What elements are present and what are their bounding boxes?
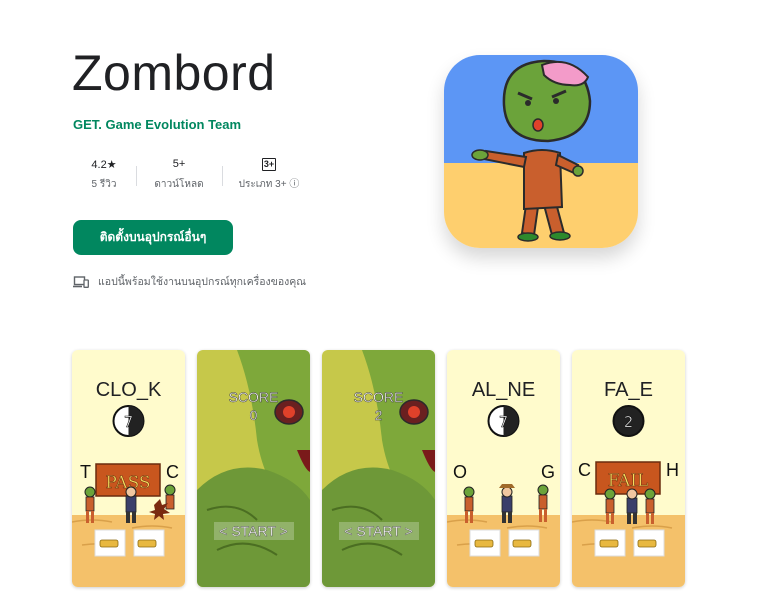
score-value: 2	[375, 407, 383, 423]
score-label: SCORE	[229, 389, 279, 405]
screenshot-4[interactable]: AL_NE 7 O G	[447, 350, 560, 587]
right-letter: C	[166, 462, 179, 482]
right-letter: G	[541, 462, 555, 482]
word-prompt: CLO_K	[96, 379, 162, 401]
timer-value: 7	[499, 413, 509, 431]
stat-rating[interactable]: 4.2★ 5 รีวิว	[72, 158, 136, 192]
screenshot-2[interactable]: SCORE 0 < START >	[197, 350, 310, 587]
stat-downloads: 5+ ดาวน์โหลด	[136, 158, 222, 192]
start-button: < START >	[344, 523, 412, 539]
left-letter: O	[453, 462, 467, 482]
word-prompt: FA_E	[604, 379, 653, 401]
timer-value: 2	[624, 413, 634, 431]
zombie-icon	[444, 55, 638, 248]
left-letter: T	[80, 462, 91, 482]
left-letter: C	[578, 460, 591, 480]
app-title: Zombord	[72, 45, 276, 101]
downloads-value: 5+	[172, 158, 186, 170]
downloads-label: ดาวน์โหลด	[154, 179, 204, 190]
app-icon	[444, 55, 638, 248]
devices-note: แอปนี้พร้อมใช้งานบนอุปกรณ์ทุกเครื่องของค…	[73, 273, 306, 290]
screenshot-3[interactable]: SCORE 2 < START >	[322, 350, 435, 587]
content-rating-icon: 3+	[261, 158, 277, 171]
review-count: 5 รีวิว	[91, 179, 117, 190]
screenshot-carousel[interactable]: CLO_K 7 T C PASS SCORE 0 < START > SCORE…	[72, 350, 685, 587]
rating-value: 4.2★	[91, 159, 117, 171]
screenshot-1[interactable]: CLO_K 7 T C PASS	[72, 350, 185, 587]
right-letter: H	[666, 460, 679, 480]
install-button[interactable]: ติดตั้งบนอุปกรณ์อื่นๆ	[73, 220, 233, 255]
timer-value: 7	[124, 413, 134, 431]
devices-icon	[73, 275, 89, 288]
word-prompt: AL_NE	[472, 379, 535, 401]
screenshot-5[interactable]: FA_E 2 C H FAIL	[572, 350, 685, 587]
score-value: 0	[250, 407, 258, 423]
developer-link[interactable]: GET. Game Evolution Team	[73, 117, 241, 132]
content-rating-label: ประเภท 3+ ⓘ	[238, 179, 300, 190]
start-button: < START >	[219, 523, 287, 539]
devices-note-text: แอปนี้พร้อมใช้งานบนอุปกรณ์ทุกเครื่องของค…	[98, 276, 307, 288]
app-stats: 4.2★ 5 รีวิว 5+ ดาวน์โหลด 3+ ประเภท 3+ ⓘ	[72, 158, 316, 192]
result-banner: FAIL	[608, 471, 649, 491]
score-label: SCORE	[354, 389, 404, 405]
stat-content-rating[interactable]: 3+ ประเภท 3+ ⓘ	[222, 158, 316, 192]
